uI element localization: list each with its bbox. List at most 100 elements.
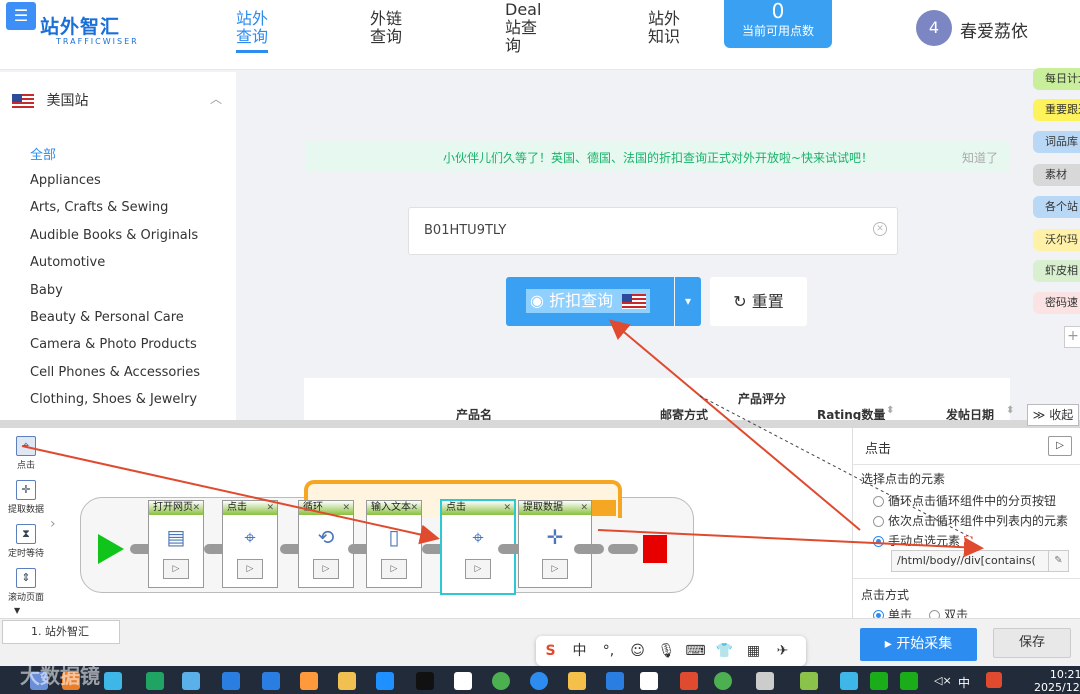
skin-icon[interactable]: 👕 xyxy=(710,636,739,666)
clear-icon[interactable]: ✕ xyxy=(873,222,887,236)
close-icon[interactable]: ✕ xyxy=(503,501,511,515)
app-icon[interactable] xyxy=(756,672,774,690)
app-icon[interactable] xyxy=(416,672,434,690)
app-icon[interactable] xyxy=(900,672,918,690)
app-icon[interactable] xyxy=(454,672,472,690)
tool-extract[interactable]: ✛ 提取数据 xyxy=(4,480,48,515)
username[interactable]: 春爱荔依 xyxy=(960,17,1028,42)
panel-splitter[interactable] xyxy=(0,420,1080,428)
play-icon[interactable]: ▷ xyxy=(381,559,407,579)
ime-logo-icon[interactable] xyxy=(986,672,1002,688)
tool-click[interactable]: ⌖ 点击 xyxy=(4,436,48,471)
flow-node-click[interactable]: 点击 ✕ ⌖ ▷ xyxy=(222,500,278,588)
chrome-icon[interactable] xyxy=(492,672,510,690)
clock[interactable]: 10:21 2025/12/23 xyxy=(1034,668,1080,694)
play-icon[interactable]: ▷ xyxy=(237,559,263,579)
close-icon[interactable]: ✕ xyxy=(580,501,588,515)
ime-indicator[interactable]: 中 xyxy=(958,674,970,691)
category-item[interactable]: Beauty & Personal Care xyxy=(30,310,184,325)
close-icon[interactable]: ✕ xyxy=(192,501,200,515)
flow-node-input-text[interactable]: 输入文本 ✕ ▯ ▷ xyxy=(366,500,422,588)
play-icon[interactable]: ▷ xyxy=(163,559,189,579)
start-collect-button[interactable]: ▸ 开始采集 xyxy=(860,628,977,661)
dismiss-link[interactable]: 知道了 xyxy=(962,149,998,166)
app-icon[interactable] xyxy=(714,672,732,690)
nav-backlink-query[interactable]: 外链 查询 xyxy=(370,10,402,46)
ime-logo-icon[interactable]: S xyxy=(536,636,565,666)
tools-icon[interactable]: ✈ xyxy=(768,636,797,666)
category-item[interactable]: Camera & Photo Products xyxy=(30,337,197,352)
app-icon[interactable] xyxy=(262,672,280,690)
ime-lang-toggle[interactable]: 中 xyxy=(565,636,594,666)
avatar[interactable]: 4 xyxy=(916,10,952,46)
end-icon[interactable] xyxy=(643,535,667,563)
app-icon[interactable] xyxy=(606,672,624,690)
chevron-down-icon[interactable]: ▾ xyxy=(675,277,701,326)
expand-arrow-icon[interactable]: › xyxy=(50,516,56,532)
option-paging[interactable]: 循环点击循环组件中的分页按钮 xyxy=(873,492,1056,509)
category-all[interactable]: 全部 xyxy=(30,144,56,163)
app-icon[interactable] xyxy=(530,672,548,690)
ime-punct-icon[interactable]: °, xyxy=(594,636,623,666)
start-icon[interactable] xyxy=(98,534,124,564)
app-icon[interactable] xyxy=(300,672,318,690)
side-tab-sites[interactable]: 各个站 xyxy=(1033,196,1080,218)
available-points-button[interactable]: 0 当前可用点数 xyxy=(724,0,832,48)
play-icon[interactable]: ▷ xyxy=(465,559,491,579)
reset-button[interactable]: ↻ 重置 xyxy=(710,277,807,326)
close-icon[interactable]: ✕ xyxy=(266,501,274,515)
side-tab-shopee[interactable]: 虾皮相 xyxy=(1033,260,1080,282)
category-item[interactable]: Clothing, Shoes & Jewelry xyxy=(30,392,197,407)
collapse-button[interactable]: ≫ 收起 xyxy=(1027,404,1079,426)
side-tab-daily-plan[interactable]: 每日计划 xyxy=(1033,68,1080,90)
app-icon[interactable] xyxy=(840,672,858,690)
side-tab-keyword-lib[interactable]: 词品库 xyxy=(1033,131,1080,153)
nav-offsite-query[interactable]: 站外 查询 xyxy=(236,10,268,46)
app-icon[interactable] xyxy=(146,672,164,690)
run-step-icon[interactable]: ▷ xyxy=(1048,436,1072,456)
category-item[interactable]: Arts, Crafts & Sewing xyxy=(30,200,168,215)
category-item[interactable]: Automotive xyxy=(30,255,105,270)
flow-node-open-page[interactable]: 打开网页 ✕ ▤ ▷ xyxy=(148,500,204,588)
mic-icon[interactable]: 🎙 xyxy=(652,636,681,666)
asin-input[interactable] xyxy=(424,223,854,238)
folder-icon[interactable] xyxy=(568,672,586,690)
tool-scroll[interactable]: ⇕ 滚动页面 xyxy=(4,568,48,603)
save-button[interactable]: 保存 xyxy=(993,628,1071,658)
wechat-icon[interactable] xyxy=(870,672,888,690)
xpath-field[interactable]: /html/body//div[contains(✎ xyxy=(891,550,1069,572)
app-icon[interactable] xyxy=(376,672,394,690)
side-tab-walmart[interactable]: 沃尔玛 xyxy=(1033,229,1080,251)
app-icon[interactable] xyxy=(640,672,658,690)
emoji-icon[interactable]: ☺ xyxy=(623,636,652,666)
volume-icon[interactable]: ◁× xyxy=(934,674,952,687)
site-selector[interactable]: 美国站 ︿ xyxy=(12,90,222,110)
task-tab[interactable]: 1. 站外智汇 xyxy=(2,620,120,644)
category-item[interactable]: Cell Phones & Accessories xyxy=(30,365,200,380)
column-rating[interactable]: 产品评分 xyxy=(738,390,786,407)
app-icon[interactable] xyxy=(104,672,122,690)
side-tab-passwords[interactable]: 密码速 xyxy=(1033,292,1080,314)
sort-icon[interactable]: ⬍ xyxy=(886,405,894,416)
sort-icon[interactable]: ⬍ xyxy=(1006,405,1014,416)
app-icon[interactable] xyxy=(222,672,240,690)
app-icon[interactable] xyxy=(338,672,356,690)
nav-offsite-knowledge[interactable]: 站外 知识 xyxy=(648,10,680,46)
discount-query-button[interactable]: ◉ 折扣查询 xyxy=(506,277,674,326)
category-item[interactable]: Appliances xyxy=(30,173,101,188)
add-tab-icon[interactable]: + xyxy=(1064,326,1080,348)
play-icon[interactable]: ▷ xyxy=(313,559,339,579)
close-icon[interactable]: ✕ xyxy=(410,501,418,515)
edit-icon[interactable]: ✎ xyxy=(1048,551,1068,571)
menu-icon[interactable]: ☰ xyxy=(6,2,36,30)
scroll-down-icon[interactable]: ▼ xyxy=(14,606,20,615)
option-manual[interactable]: 手动点选元素 ⛶ xyxy=(873,532,972,549)
keyboard-icon[interactable]: ⌨ xyxy=(681,636,710,666)
grid-icon[interactable]: ▦ xyxy=(739,636,768,666)
side-tab-material[interactable]: 素材 xyxy=(1033,164,1080,186)
target-icon[interactable]: ⛶ xyxy=(964,534,972,548)
option-list[interactable]: 依次点击循环组件中列表内的元素 xyxy=(873,512,1068,529)
category-item[interactable]: Audible Books & Originals xyxy=(30,228,198,243)
flow-node-loop[interactable]: 循环 ✕ ⟲ ▷ xyxy=(298,500,354,588)
app-icon[interactable] xyxy=(680,672,698,690)
